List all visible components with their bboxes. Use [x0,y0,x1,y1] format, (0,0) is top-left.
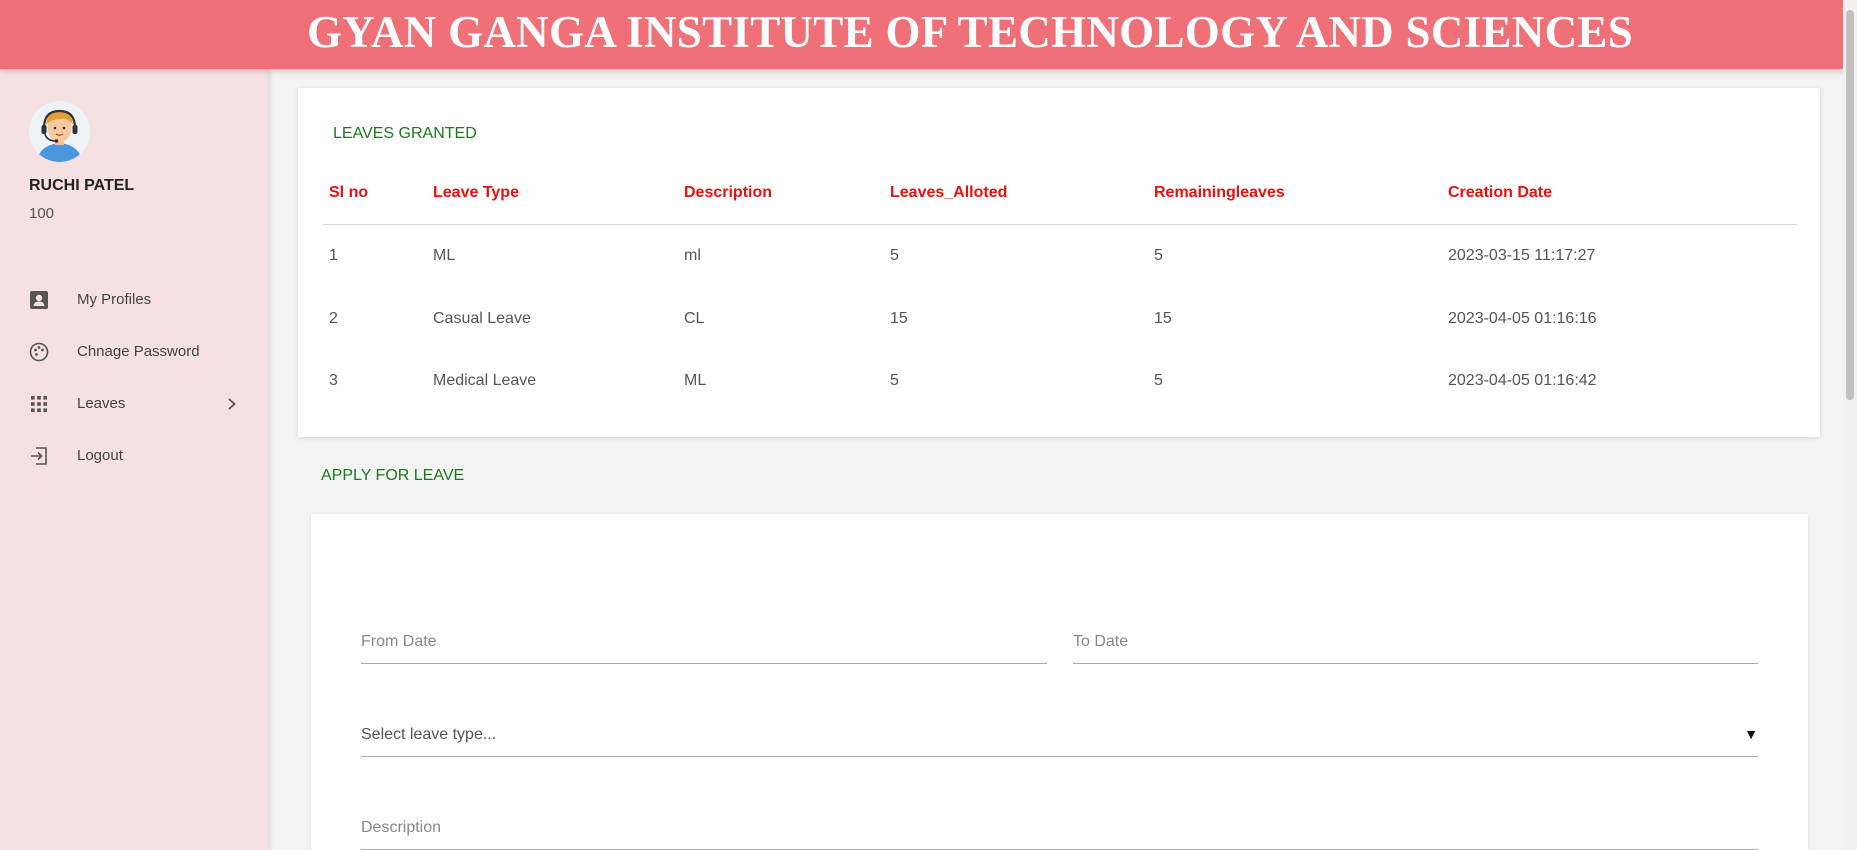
column-header: Remainingleaves [1154,184,1285,201]
page-scrollbar[interactable] [1843,0,1857,850]
leave-type-placeholder: Select leave type... [361,726,497,743]
chevron-right-icon[interactable] [224,394,240,414]
cell-remaining-leaves: 5 [1154,247,1163,264]
column-header: Leaves_Alloted [890,184,1008,201]
column-header: Description [684,184,773,201]
cell-sl-no: 1 [329,247,338,264]
cell-leaves-alloted: 5 [890,247,899,264]
sidebar-item-change-password[interactable]: Chnage Password [0,327,268,377]
avatar-headset-icon [29,101,90,162]
cell-creation-date: 2023-04-05 01:16:42 [1448,372,1597,389]
cell-sl-no: 3 [329,372,338,389]
institute-title: GYAN GANGA INSTITUTE OF TECHNOLOGY AND S… [306,7,1634,57]
cell-leave-type: ML [433,247,456,264]
leaves-granted-title: LEAVES GRANTED [333,125,477,142]
description-label: Description [361,819,442,836]
apply-leave-form: From Date To Date Select leave type... ▼… [311,514,1808,850]
logout-icon [29,446,49,466]
from-date-label: From Date [361,633,437,650]
column-header: Sl no [329,184,369,201]
cell-description: ML [684,372,707,389]
cell-leaves-alloted: 15 [890,310,908,327]
sidebar-item-label: My Profiles [77,291,152,308]
sidebar-item-leaves[interactable]: Leaves [0,379,268,429]
leave-type-select[interactable]: Select leave type... ▼ [361,714,1758,757]
sidebar-item-logout[interactable]: Logout [0,431,268,481]
palette-icon [29,342,49,362]
cell-sl-no: 2 [329,310,338,327]
description-field[interactable]: Description [361,807,1758,850]
profile-icon [29,290,49,310]
user-id: 100 [29,205,55,222]
dropdown-arrow-icon: ▼ [1744,726,1758,742]
cell-description: ml [684,247,701,264]
user-name: RUCHI PATEL [29,177,135,194]
apply-leave-title: APPLY FOR LEAVE [321,467,465,484]
cell-description: CL [684,310,705,327]
cell-leaves-alloted: 5 [890,372,899,389]
sidebar: RUCHI PATEL 100 My Profiles Chnage Passw… [0,69,268,850]
cell-creation-date: 2023-03-15 11:17:27 [1448,247,1596,264]
cell-leave-type: Medical Leave [433,372,537,389]
grid-icon [29,394,49,414]
column-header: Leave Type [433,184,519,201]
sidebar-item-label: Leaves [77,395,126,412]
sidebar-item-my-profiles[interactable]: My Profiles [0,275,268,325]
cell-remaining-leaves: 15 [1154,310,1172,327]
leaves-granted-card: LEAVES GRANTED Sl no Leave Type Descript… [298,88,1820,437]
scrollbar-thumb[interactable] [1846,10,1854,400]
top-header: GYAN GANGA INSTITUTE OF TECHNOLOGY AND S… [0,0,1857,69]
column-header: Creation Date [1448,184,1553,201]
sidebar-item-label: Logout [77,447,123,464]
to-date-label: To Date [1073,633,1129,650]
from-date-field[interactable]: From Date [361,621,1047,664]
cell-leave-type: Casual Leave [433,310,531,327]
to-date-field[interactable]: To Date [1073,621,1758,664]
cell-creation-date: 2023-04-05 01:16:16 [1448,310,1597,327]
table-header-divider [323,224,1797,225]
sidebar-item-label: Chnage Password [77,343,200,360]
cell-remaining-leaves: 5 [1154,372,1163,389]
